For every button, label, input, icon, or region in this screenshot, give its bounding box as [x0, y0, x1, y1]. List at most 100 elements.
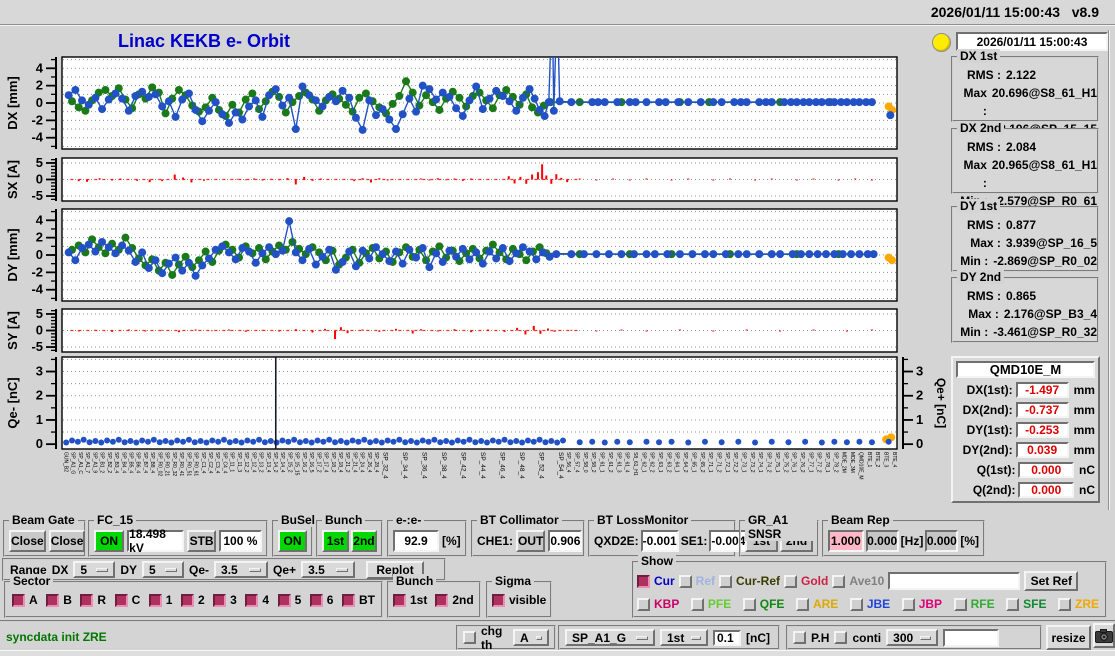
show-jbp-checkbox[interactable] — [901, 597, 915, 611]
show-qfe-checkbox[interactable] — [742, 597, 756, 611]
threshold-input[interactable] — [713, 629, 741, 646]
spare-input[interactable] — [943, 628, 1000, 647]
range-dx-select[interactable]: 5 — [73, 561, 116, 578]
bunch-2nd-button[interactable]: 2nd — [350, 530, 377, 552]
show-kbp-label: KBP — [654, 597, 680, 611]
option-indicator-icon — [249, 567, 262, 572]
svg-text:SP_B7_4: SP_B7_4 — [142, 452, 148, 473]
bpm-select[interactable]: SP_A1_G — [565, 629, 655, 646]
qmd-row-unit: mm — [1073, 422, 1095, 437]
sigma-visible-item: visible — [492, 593, 546, 607]
set-ref-button[interactable]: Set Ref — [1024, 571, 1079, 591]
ph-checkbox[interactable] — [793, 631, 806, 644]
sector-r-checkbox[interactable] — [80, 593, 94, 607]
bunch-view-1st-checkbox[interactable] — [393, 593, 406, 607]
show-are-checkbox[interactable] — [795, 597, 809, 611]
show-cur-label: Cur — [654, 574, 675, 588]
sector-select[interactable]: A — [513, 629, 549, 646]
svg-text:SP_16_5: SP_16_5 — [308, 452, 314, 473]
svg-text:SP_C2_4: SP_C2_4 — [207, 452, 213, 474]
sigma-visible-checkbox[interactable] — [492, 593, 505, 607]
bunch-order-select[interactable]: 1st — [660, 629, 708, 646]
svg-text:SP_34_4: SP_34_4 — [401, 452, 408, 479]
fc15-on-button[interactable]: ON — [94, 530, 125, 552]
resize-button[interactable]: resize — [1046, 625, 1091, 650]
sector-5-checkbox[interactable] — [277, 593, 291, 607]
sector-1-checkbox[interactable] — [148, 593, 162, 607]
show-gold-checkbox[interactable] — [784, 574, 798, 588]
show-ave10-checkbox[interactable] — [832, 574, 846, 588]
beam-gate-close-button-1[interactable]: Close — [9, 530, 46, 552]
stat-max-label: Max : — [970, 236, 1001, 250]
sector-4-checkbox[interactable] — [245, 593, 259, 607]
show-cur-ref-checkbox[interactable] — [719, 574, 733, 588]
fc15-percent-field: 100 % — [218, 530, 262, 552]
chg-th-label: chg th — [481, 623, 503, 652]
sector-a-checkbox[interactable] — [12, 593, 25, 607]
show-sfe-checkbox[interactable] — [1006, 597, 1020, 611]
svg-text:SP_16_2: SP_16_2 — [301, 452, 307, 473]
sector-b-checkbox[interactable] — [46, 593, 60, 607]
bunch-view-2nd-checkbox[interactable] — [435, 593, 449, 607]
show-cur-checkbox[interactable] — [637, 574, 650, 588]
sx-plot: -50 5 SX [A] — [5, 155, 898, 203]
stat-box-dx-1st: DX 1stRMS :2.122Max :20.696@S8_61_H1Min … — [951, 49, 1099, 136]
beam-gate-close-button-2[interactable]: Close — [48, 530, 86, 552]
sector-5-label: 5 — [294, 593, 302, 607]
ref-name-input[interactable] — [888, 572, 1021, 590]
qmd-panel: QMD10E_M DX(1st): -1.497 mm DX(2nd): -0.737 m… — [951, 356, 1100, 503]
stat-rms-label: RMS : — [967, 68, 1001, 82]
svg-text:SP_13_2: SP_13_2 — [258, 452, 264, 473]
range-qem-select[interactable]: 3.5 — [214, 561, 269, 578]
show-rfe-checkbox[interactable] — [953, 597, 967, 611]
show-sfe-item: SFE — [1006, 597, 1046, 611]
show-ref-checkbox[interactable] — [678, 574, 692, 588]
qmd-row-value: 0.039 — [1015, 441, 1069, 458]
bunch-1st-button[interactable]: 1st — [322, 530, 349, 552]
qmd-row-value: 0.000 — [1018, 481, 1074, 498]
screenshot-camera-button[interactable] — [1093, 623, 1115, 648]
conti-checkbox[interactable] — [834, 631, 848, 644]
sx-axis-label: SX [A] — [5, 160, 20, 199]
svg-text:SP_B5_4: SP_B5_4 — [128, 452, 134, 473]
range-qep-select[interactable]: 3.5 — [301, 561, 356, 578]
show-pfe-checkbox[interactable] — [690, 597, 704, 611]
sector-group: Sector A B R C 1 2 3 4 5 6 BT — [4, 574, 383, 618]
sector-6-checkbox[interactable] — [309, 593, 323, 607]
stat-max-label: Max : — [968, 307, 999, 321]
bpm-section: SP_A1_G 1st [nC] — [558, 625, 780, 650]
stat-box-title: DY 1st — [957, 199, 1001, 213]
svg-text:0: 0 — [916, 436, 923, 451]
fc15-stb-button[interactable]: STB — [187, 530, 216, 552]
show-kbp-checkbox[interactable] — [637, 597, 650, 611]
sector-3-checkbox[interactable] — [213, 593, 227, 607]
svg-text:4: 4 — [36, 60, 44, 75]
show-kbp-item: KBP — [637, 597, 679, 611]
chg-th-checkbox[interactable] — [463, 631, 476, 644]
svg-text:GUN_B2: GUN_B2 — [63, 452, 69, 472]
sector-2-label: 2 — [197, 593, 205, 607]
svg-text:SP_77_1: SP_77_1 — [807, 452, 813, 473]
che1-out-button[interactable]: OUT — [516, 530, 546, 552]
svg-text:0: 0 — [36, 172, 43, 187]
svg-text:SP_61_3: SP_61_3 — [615, 452, 621, 473]
show-jbe-checkbox[interactable] — [849, 597, 863, 611]
svg-text:SP_74_2: SP_74_2 — [766, 452, 772, 473]
sector-bt-checkbox[interactable] — [341, 593, 355, 607]
busel-on-button[interactable]: ON — [278, 530, 307, 552]
range-dy-select[interactable]: 5 — [142, 561, 185, 578]
dx-plot: -4 -2 0 2 4 DX [mm] — [5, 56, 898, 150]
option-indicator-icon — [96, 567, 109, 572]
show-zre-checkbox[interactable] — [1057, 597, 1071, 611]
sector-c-checkbox[interactable] — [114, 593, 128, 607]
svg-text:SP_76_2: SP_76_2 — [799, 452, 805, 473]
stat-max-line: Max : 20.696@S8_61_H1 — [959, 84, 1097, 120]
range-qep-value: 3.5 — [308, 562, 325, 577]
show-ref-label: Ref — [695, 574, 716, 588]
conti-label: conti — [852, 630, 882, 645]
sector-2-checkbox[interactable] — [180, 593, 194, 607]
svg-text:SP_R0_41: SP_R0_41 — [178, 452, 184, 476]
svg-text:SP_57_4: SP_57_4 — [574, 452, 580, 473]
interval-select[interactable]: 300 — [886, 629, 939, 646]
svg-text:-4: -4 — [31, 282, 43, 297]
